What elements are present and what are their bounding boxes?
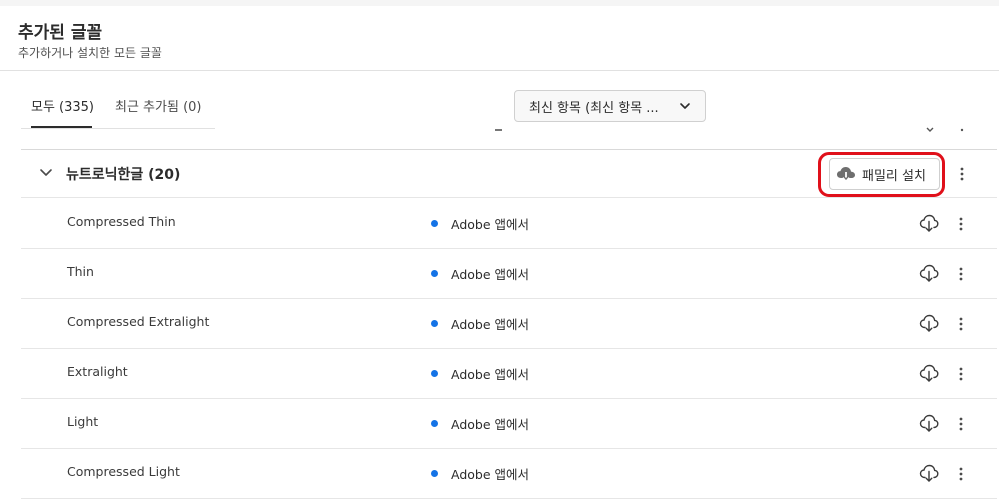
more-vertical-icon[interactable] [953, 316, 969, 332]
chevron-down-icon[interactable] [39, 168, 53, 178]
sort-select-value: 최신 항목 (최신 항목 ... [529, 100, 659, 116]
font-status: Adobe 앱에서 [451, 367, 530, 382]
cloud-download-icon [837, 167, 855, 182]
cloud-download-icon[interactable] [919, 363, 939, 383]
page-header: 추가된 글꼴 추가하거나 설치한 모든 글꼴 [0, 6, 999, 71]
font-style-name: Extralight [67, 364, 128, 379]
page-subtitle: 추가하거나 설치한 모든 글꼴 [18, 46, 162, 60]
install-family-label: 패밀리 설치 [862, 168, 926, 184]
font-style-name: Compressed Extralight [67, 314, 210, 329]
tab-all[interactable]: 모두 (335) [31, 96, 94, 115]
more-vertical-icon[interactable] [953, 216, 969, 232]
scrolled-row-remnant [494, 126, 506, 134]
status-dot [431, 220, 438, 227]
status-dot [431, 270, 438, 277]
font-status: Adobe 앱에서 [451, 317, 530, 332]
more-vertical-icon[interactable] [953, 366, 969, 382]
font-status: Adobe 앱에서 [451, 467, 530, 482]
font-row: Compressed Thin Adobe 앱에서 [21, 199, 997, 249]
more-vertical-icon[interactable] [953, 266, 969, 282]
scrolled-row-remnant [959, 126, 965, 134]
cloud-download-icon[interactable] [919, 313, 939, 333]
cloud-download-icon[interactable] [919, 413, 939, 433]
more-vertical-icon[interactable] [954, 166, 970, 182]
font-style-name: Light [67, 414, 99, 429]
font-row: Compressed Light Adobe 앱에서 [21, 449, 997, 499]
more-vertical-icon[interactable] [953, 466, 969, 482]
chevron-down-icon [680, 103, 690, 109]
cloud-download-icon[interactable] [919, 463, 939, 483]
font-style-name: Thin [67, 264, 94, 279]
status-dot [431, 320, 438, 327]
font-row: Extralight Adobe 앱에서 [21, 349, 997, 399]
tabs-divider [21, 128, 215, 129]
font-status: Adobe 앱에서 [451, 267, 530, 282]
font-row: Compressed Extralight Adobe 앱에서 [21, 299, 997, 349]
sort-select[interactable]: 최신 항목 (최신 항목 ... [514, 90, 706, 122]
family-name: 뉴트로닉한글 (20) [66, 167, 181, 183]
font-style-name: Compressed Thin [67, 214, 176, 229]
status-dot [431, 420, 438, 427]
font-row: Light Adobe 앱에서 [21, 399, 997, 449]
status-dot [431, 370, 438, 377]
more-vertical-icon[interactable] [953, 416, 969, 432]
status-dot [431, 470, 438, 477]
font-row: Thin Adobe 앱에서 [21, 249, 997, 299]
font-style-name: Compressed Light [67, 464, 180, 479]
font-status: Adobe 앱에서 [451, 217, 530, 232]
cloud-download-icon[interactable] [919, 213, 939, 233]
cloud-download-icon[interactable] [919, 263, 939, 283]
scrolled-row-remnant [925, 126, 935, 134]
install-family-button[interactable]: 패밀리 설치 [829, 158, 940, 190]
page-title: 추가된 글꼴 [18, 23, 103, 43]
font-status: Adobe 앱에서 [451, 417, 530, 432]
tab-recently-added[interactable]: 최근 추가됨 (0) [115, 96, 201, 115]
